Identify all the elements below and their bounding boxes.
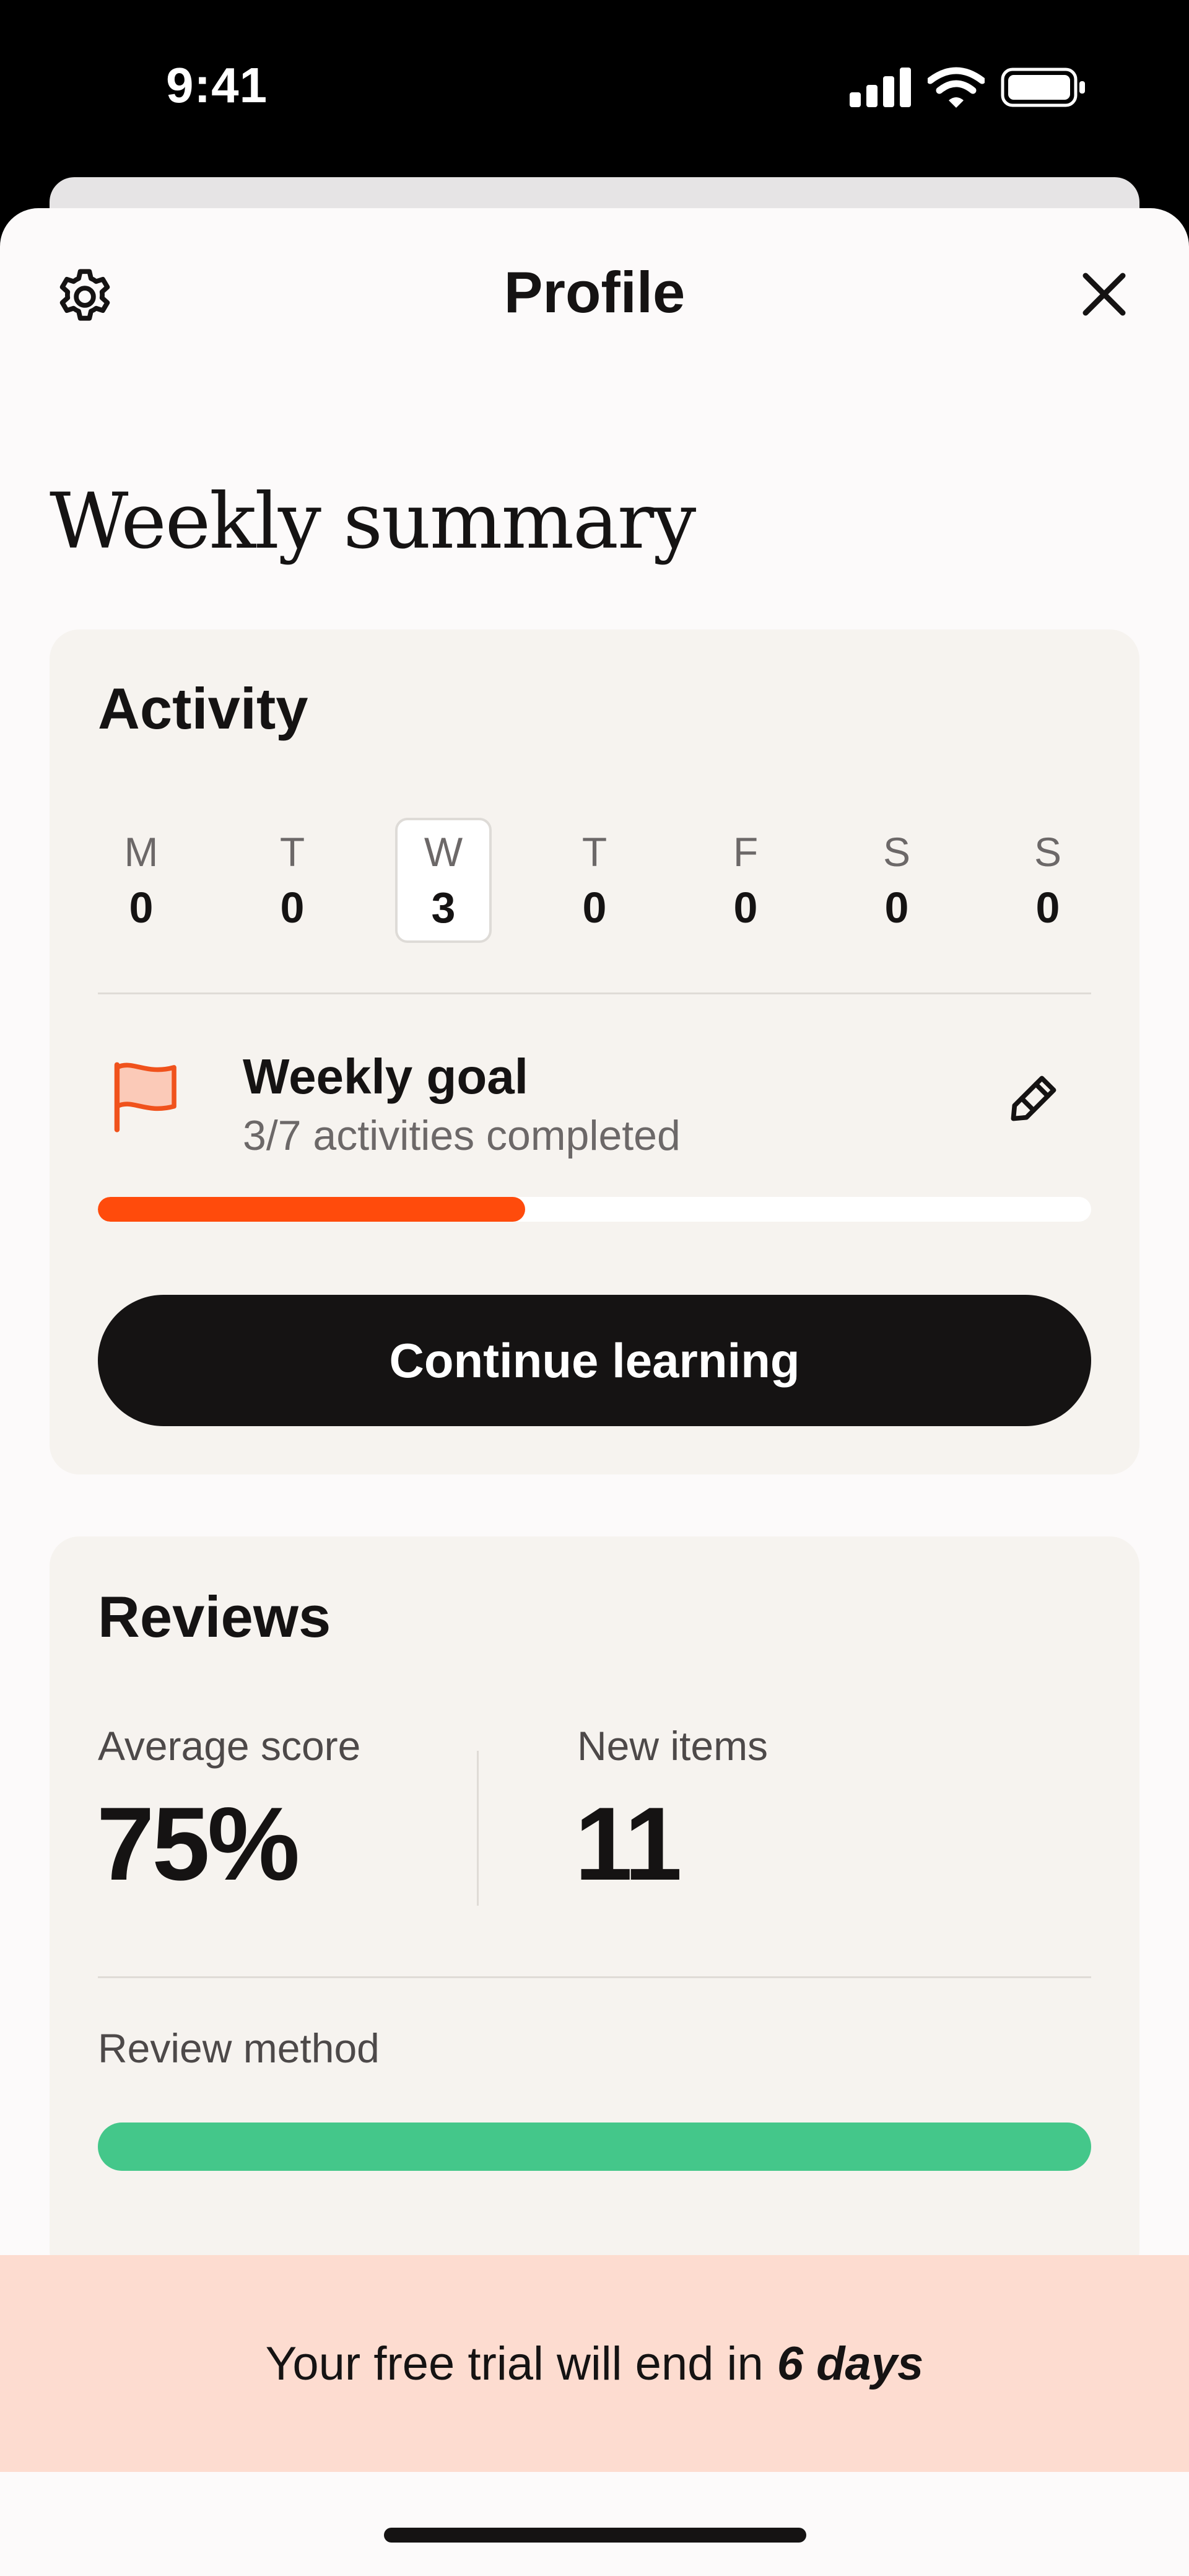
battery-icon [1001, 68, 1085, 107]
status-icons [850, 67, 1086, 108]
flag-icon [114, 1062, 176, 1132]
day-letter: S [882, 829, 911, 875]
weekly-summary-heading: Weekly summary [50, 477, 696, 566]
signal-icon [850, 68, 911, 107]
weekly-goal-progress-fill [98, 1197, 525, 1222]
review-method-label: Review method [98, 2025, 380, 2071]
continue-learning-button[interactable]: Continue learning [98, 1295, 1091, 1426]
status-time: 9:41 [166, 58, 268, 113]
day-friday[interactable]: F 0 [697, 818, 794, 943]
divider [98, 992, 1091, 994]
day-letter: W [424, 829, 463, 875]
day-sunday[interactable]: S 0 [1000, 818, 1096, 943]
reviews-title: Reviews [98, 1584, 331, 1649]
day-saturday[interactable]: S 0 [848, 818, 945, 943]
day-letter: F [733, 829, 759, 875]
day-count: 0 [582, 883, 607, 932]
pencil-icon [1011, 1076, 1056, 1121]
free-trial-banner[interactable]: Your free trial will end in 6 days [0, 2255, 1189, 2472]
average-score-value: 75% [97, 1785, 300, 1902]
day-thursday[interactable]: T 0 [546, 818, 643, 943]
day-tuesday[interactable]: T 0 [244, 818, 341, 943]
home-indicator [384, 2528, 806, 2543]
day-count: 0 [280, 883, 305, 932]
day-letter: S [1034, 829, 1062, 875]
day-count: 0 [129, 883, 154, 932]
weekly-goal-title: Weekly goal [243, 1049, 528, 1104]
close-button[interactable] [1070, 260, 1138, 328]
average-score-label: Average score [98, 1723, 361, 1769]
trial-text: Your free trial will end in [265, 2337, 764, 2390]
activity-title: Activity [98, 676, 308, 741]
weekly-goal-progress-text: 3/7 activities completed [243, 1112, 681, 1159]
day-monday[interactable]: M 0 [93, 818, 189, 943]
review-method-bar [98, 2123, 1091, 2171]
day-count: 3 [431, 883, 456, 932]
reviews-card: Reviews Average score 75% New items 11 R… [50, 1536, 1139, 2280]
edit-goal-button[interactable] [1000, 1064, 1068, 1132]
day-wednesday[interactable]: W 3 [395, 818, 492, 943]
weekly-goal-progress-bar [98, 1197, 1091, 1222]
day-letter: T [279, 829, 305, 875]
day-count: 0 [884, 883, 909, 932]
divider [98, 1976, 1091, 1978]
close-icon [1082, 273, 1126, 316]
day-letter: T [581, 829, 608, 875]
day-strip: M 0 T 0 W 3 T 0 F 0 S 0 S 0 [93, 818, 1096, 943]
trial-days: 6 days [777, 2337, 924, 2390]
new-items-label: New items [577, 1723, 769, 1769]
metric-divider [477, 1751, 479, 1906]
new-items-value: 11 [575, 1785, 682, 1902]
day-count: 0 [1035, 883, 1060, 932]
day-letter: M [124, 829, 159, 875]
page-title: Profile [503, 260, 686, 325]
activity-card: Activity M 0 T 0 W 3 T 0 F 0 S 0 S 0 Wee… [50, 629, 1139, 1474]
day-count: 0 [733, 883, 758, 932]
wifi-icon [928, 67, 985, 108]
status-bar: 9:41 [0, 0, 1189, 180]
